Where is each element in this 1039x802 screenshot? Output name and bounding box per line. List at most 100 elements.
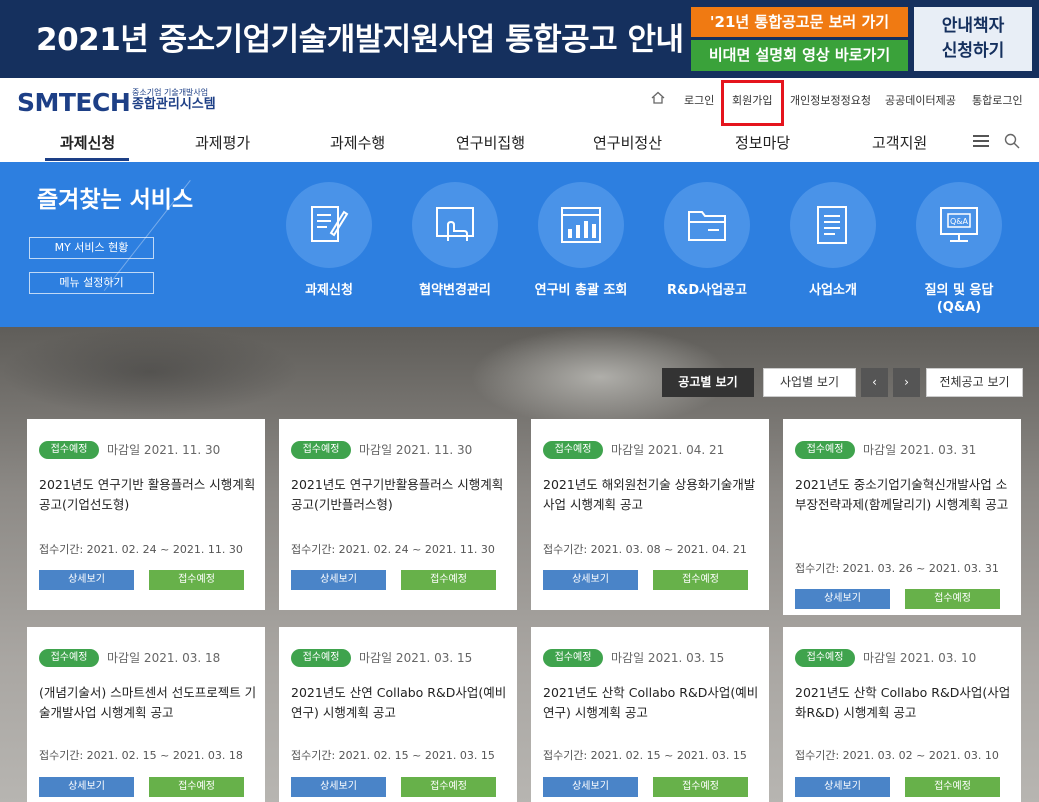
gnb-fund-settlement[interactable]: 연구비정산 [593, 132, 662, 153]
service-label: 과제신청 [305, 283, 353, 298]
notice-title[interactable]: 2021년도 산연 Collabo R&D사업(예비연구) 시행계획 공고 [291, 683, 511, 723]
integrated-login-link[interactable]: 통합로그인 [972, 92, 1023, 108]
notice-card: 접수예정 마감일 2021. 11. 30 2021년도 연구기반활용플러스 시… [279, 419, 517, 610]
notice-title[interactable]: 2021년도 해외원천기술 상용화기술개발사업 시행계획 공고 [543, 475, 763, 515]
deadline-date: 마감일 2021. 11. 30 [107, 443, 221, 457]
application-status-button[interactable]: 접수예정 [653, 777, 748, 797]
gnb-fund-execution[interactable]: 연구비집행 [456, 132, 525, 153]
banner-title: 2021년 중소기업기술개발지원사업 통합공고 안내 [36, 22, 684, 58]
notice-title[interactable]: (개념기술서) 스마트센서 선도프로젝트 기술개발사업 시행계획 공고 [39, 683, 259, 723]
search-icon[interactable] [1004, 133, 1020, 149]
svg-text:Q&A: Q&A [950, 217, 969, 226]
status-badge: 접수예정 [291, 649, 351, 667]
guide-booklet-line1: 안내책자 [941, 16, 1005, 36]
home-icon[interactable] [651, 91, 665, 104]
service-label: 질의 및 응답 (Q&A) [924, 283, 994, 315]
application-period: 접수기간: 2021. 02. 24 ~ 2021. 11. 30 [291, 543, 495, 556]
tab-by-business[interactable]: 사업별 보기 [763, 368, 856, 397]
signup-highlight-box [721, 80, 784, 126]
prev-arrow-icon[interactable]: ‹ [861, 368, 888, 397]
notice-card: 접수예정 마감일 2021. 03. 15 2021년도 산연 Collabo … [279, 627, 517, 802]
hamburger-menu-icon[interactable] [973, 135, 989, 148]
public-data-link[interactable]: 공공데이터제공 [885, 92, 956, 108]
hand-touch-icon [412, 182, 498, 268]
deadline-date: 마감일 2021. 03. 18 [107, 651, 221, 665]
status-badge: 접수예정 [543, 649, 603, 667]
detail-button[interactable]: 상세보기 [795, 589, 890, 609]
briefing-video-button[interactable]: 비대면 설명회 영상 바로가기 [691, 40, 908, 71]
application-status-button[interactable]: 접수예정 [653, 570, 748, 590]
service-label: R&D사업공고 [667, 283, 747, 298]
application-period: 접수기간: 2021. 02. 15 ~ 2021. 03. 15 [291, 749, 495, 762]
status-badge: 접수예정 [291, 441, 351, 459]
notice-title[interactable]: 2021년도 중소기업기술혁신개발사업 소부장전략과제(함께달리기) 시행계획 … [795, 475, 1015, 515]
detail-button[interactable]: 상세보기 [291, 570, 386, 590]
gnb-project-evaluation[interactable]: 과제평가 [195, 132, 250, 153]
smtech-logo[interactable]: SMTECH [17, 88, 131, 117]
application-period: 접수기간: 2021. 02. 15 ~ 2021. 03. 18 [39, 749, 243, 762]
deadline-date: 마감일 2021. 11. 30 [359, 443, 473, 457]
service-label: 연구비 총괄 조회 [534, 283, 628, 298]
logo-subtitle: 중소기업 기술개발사업 종합관리시스템 [132, 87, 216, 111]
application-status-button[interactable]: 접수예정 [905, 589, 1000, 609]
tab-by-notice[interactable]: 공고별 보기 [662, 368, 754, 397]
notice-title[interactable]: 2021년도 연구기반 활용플러스 시행계획 공고(기업선도형) [39, 475, 259, 515]
document-list-icon [790, 182, 876, 268]
status-badge: 접수예정 [543, 441, 603, 459]
notice-title[interactable]: 2021년도 산학 Collabo R&D사업(사업화R&D) 시행계획 공고 [795, 683, 1015, 723]
application-status-button[interactable]: 접수예정 [149, 570, 244, 590]
service-label: 협약변경관리 [419, 283, 491, 298]
gnb-active-indicator [45, 158, 129, 161]
deadline-date: 마감일 2021. 03. 10 [863, 651, 977, 665]
application-period: 접수기간: 2021. 02. 15 ~ 2021. 03. 15 [543, 749, 747, 762]
next-arrow-icon[interactable]: › [893, 368, 920, 397]
gnb-project-execution[interactable]: 과제수행 [330, 132, 385, 153]
application-period: 접수기간: 2021. 03. 26 ~ 2021. 03. 31 [795, 562, 999, 575]
service-agreement-change[interactable]: 협약변경관리 [395, 182, 515, 299]
detail-button[interactable]: 상세보기 [543, 570, 638, 590]
detail-button[interactable]: 상세보기 [291, 777, 386, 797]
guide-booklet-button[interactable]: 안내책자 신청하기 [914, 7, 1032, 71]
gnb-project-apply[interactable]: 과제신청 [60, 132, 115, 153]
deadline-date: 마감일 2021. 04. 21 [611, 443, 725, 457]
application-status-button[interactable]: 접수예정 [905, 777, 1000, 797]
service-rnd-notice[interactable]: R&D사업공고 [647, 182, 767, 299]
gnb-customer-support[interactable]: 고객지원 [872, 132, 927, 153]
status-badge: 접수예정 [795, 441, 855, 459]
document-edit-icon [286, 182, 372, 268]
notice-view-button[interactable]: '21년 통합공고문 보러 가기 [691, 7, 908, 37]
detail-button[interactable]: 상세보기 [543, 777, 638, 797]
status-badge: 접수예정 [39, 649, 99, 667]
notice-card: 접수예정 마감일 2021. 03. 18 (개념기술서) 스마트센서 선도프로… [27, 627, 265, 802]
favorite-services-title: 즐겨찾는 서비스 [37, 187, 194, 213]
folder-icon [664, 182, 750, 268]
service-label: 사업소개 [809, 283, 857, 298]
notice-title[interactable]: 2021년도 연구기반활용플러스 시행계획 공고(기반플러스형) [291, 475, 511, 515]
gnb-info[interactable]: 정보마당 [735, 132, 790, 153]
view-all-notices-button[interactable]: 전체공고 보기 [926, 368, 1023, 397]
background-shade [0, 327, 300, 417]
deadline-date: 마감일 2021. 03. 15 [359, 651, 473, 665]
detail-button[interactable]: 상세보기 [39, 777, 134, 797]
notice-title[interactable]: 2021년도 산학 Collabo R&D사업(예비연구) 시행계획 공고 [543, 683, 763, 723]
notice-card: 접수예정 마감일 2021. 11. 30 2021년도 연구기반 활용플러스 … [27, 419, 265, 610]
notice-card: 접수예정 마감일 2021. 04. 21 2021년도 해외원천기술 상용화기… [531, 419, 769, 610]
detail-button[interactable]: 상세보기 [795, 777, 890, 797]
service-project-apply[interactable]: 과제신청 [269, 182, 389, 299]
application-status-button[interactable]: 접수예정 [149, 777, 244, 797]
menu-setting-button[interactable]: 메뉴 설정하기 [29, 272, 154, 294]
deadline-date: 마감일 2021. 03. 15 [611, 651, 725, 665]
notice-card: 접수예정 마감일 2021. 03. 10 2021년도 산학 Collabo … [783, 627, 1021, 802]
status-badge: 접수예정 [39, 441, 99, 459]
application-period: 접수기간: 2021. 02. 24 ~ 2021. 11. 30 [39, 543, 243, 556]
service-business-intro[interactable]: 사업소개 [773, 182, 893, 299]
service-fund-summary[interactable]: 연구비 총괄 조회 [521, 182, 641, 299]
login-link[interactable]: 로그인 [684, 92, 714, 108]
application-status-button[interactable]: 접수예정 [401, 777, 496, 797]
qa-monitor-icon: Q&A [916, 182, 1002, 268]
detail-button[interactable]: 상세보기 [39, 570, 134, 590]
privacy-correction-link[interactable]: 개인정보정정요청 [790, 92, 871, 108]
service-qna[interactable]: Q&A 질의 및 응답 (Q&A) [899, 182, 1019, 316]
guide-booklet-line2: 신청하기 [941, 41, 1005, 61]
application-status-button[interactable]: 접수예정 [401, 570, 496, 590]
